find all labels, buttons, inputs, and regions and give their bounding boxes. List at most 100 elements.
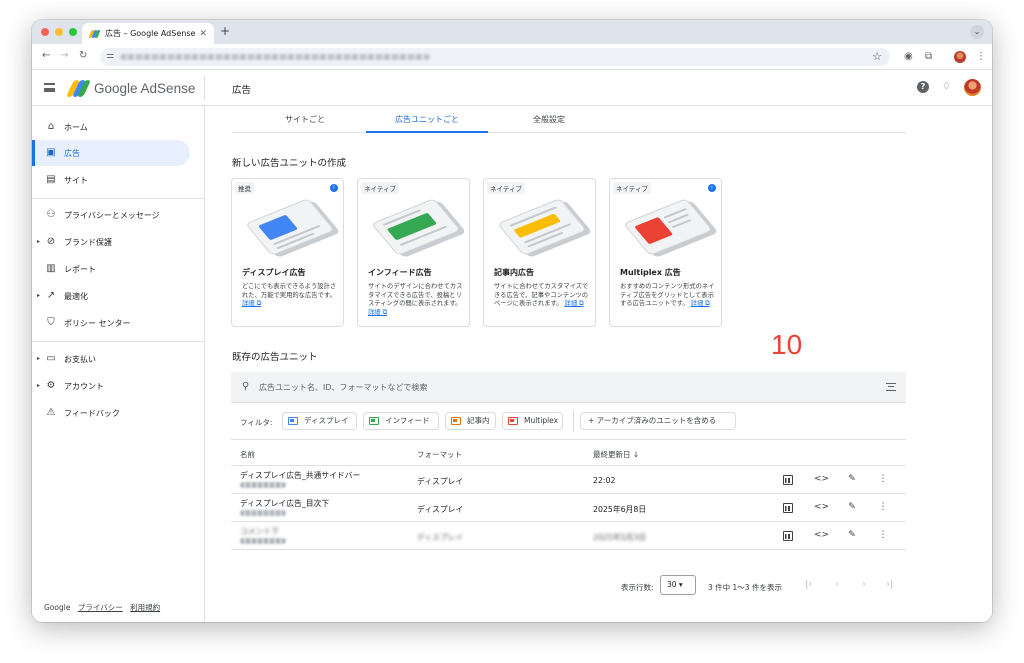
- help-icon[interactable]: ?: [917, 81, 929, 93]
- sidebar-item-label: アカウント: [64, 381, 104, 391]
- sidebar-item-feedback[interactable]: ⚠ フィードバック: [32, 400, 190, 426]
- column-format[interactable]: フォーマット: [417, 449, 462, 460]
- card-tag: ネイティブ: [487, 182, 525, 194]
- tab-by-site[interactable]: サイトごと: [232, 107, 378, 133]
- sidebar-item-privacy[interactable]: ⚇ プライバシーとメッセージ: [32, 202, 190, 228]
- details-link[interactable]: 詳細 ⧉: [368, 309, 387, 316]
- in-article-ad-card[interactable]: ネイティブ 記事内広告 サイトに合わせてカスタマイズできる広告で、記事やコンテン…: [483, 178, 596, 327]
- bookmark-star-icon[interactable]: ☆: [872, 50, 882, 63]
- rows-per-page-select[interactable]: 30 ▾: [660, 575, 696, 595]
- reload-icon[interactable]: ↻: [79, 50, 87, 61]
- sidebar-item-reports[interactable]: ▥ レポート: [32, 256, 190, 282]
- previous-page-icon[interactable]: ‹: [835, 579, 839, 590]
- edit-pencil-icon[interactable]: ✎: [846, 530, 858, 540]
- sidebar-divider: [32, 341, 204, 342]
- url-text-redacted: [120, 54, 430, 60]
- sidebar-item-label: ポリシー センター: [64, 318, 131, 328]
- ad-unit-id-redacted: [240, 482, 286, 488]
- code-icon[interactable]: <>: [814, 502, 829, 512]
- account-avatar[interactable]: [964, 79, 981, 96]
- terms-link[interactable]: 利用規約: [130, 603, 160, 612]
- card-tag: ネイティブ: [613, 182, 651, 194]
- filter-chip-display[interactable]: ディスプレイ: [282, 412, 357, 430]
- table-row[interactable]: コメント下 ディスプレイ 2025年5月3日 <> ✎ ⋮: [231, 522, 906, 550]
- edit-pencil-icon[interactable]: ✎: [846, 474, 858, 484]
- report-icon: ▥: [46, 263, 56, 274]
- puzzle-extensions-icon[interactable]: ⧉: [925, 51, 932, 62]
- browser-tab[interactable]: 広告 – Google AdSense ✕: [82, 23, 214, 44]
- ads-icon: ▣: [46, 147, 56, 158]
- details-link[interactable]: 詳細 ⧉: [565, 300, 584, 307]
- filter-list-icon[interactable]: [886, 383, 896, 391]
- address-bar[interactable]: ⚌ ☆: [100, 48, 890, 66]
- settings-icon: ⚙: [46, 380, 56, 391]
- chip-label: インフィード: [385, 416, 430, 425]
- edit-pencil-icon[interactable]: ✎: [846, 502, 858, 512]
- last-page-icon[interactable]: ›|: [886, 579, 893, 590]
- sidebar-item-payments[interactable]: ▸ ▭ お支払い: [32, 346, 190, 372]
- ad-unit-name[interactable]: ディスプレイ広告_目次下: [240, 498, 329, 509]
- sidebar-item-brand-safety[interactable]: ▸ ⊘ ブランド保護: [32, 229, 190, 255]
- sidebar-item-optimization[interactable]: ▸ ↗ 最適化: [32, 283, 190, 309]
- tab-search-button[interactable]: ⌄: [970, 25, 984, 39]
- more-options-icon[interactable]: ⋮: [877, 474, 889, 484]
- ad-unit-name[interactable]: コメント下: [240, 526, 279, 537]
- report-bar-chart-icon[interactable]: [783, 475, 793, 485]
- filter-chip-multiplex[interactable]: Multiplex: [502, 412, 563, 430]
- sidebar-item-policy-center[interactable]: ⛉ ポリシー センター: [32, 310, 190, 336]
- column-updated[interactable]: 最終更新日 ↓: [593, 449, 639, 460]
- trend-icon: ↗: [46, 290, 56, 301]
- more-options-icon[interactable]: ⋮: [877, 502, 889, 512]
- ad-unit-format: ディスプレイ: [417, 505, 464, 514]
- menu-icon[interactable]: [44, 83, 55, 92]
- close-window-button[interactable]: [41, 28, 49, 36]
- forward-icon[interactable]: →: [60, 50, 68, 61]
- code-icon[interactable]: <>: [814, 530, 829, 540]
- card-description: サイトのデザインに合わせてカスタマイズできる広告で、投稿とリスティングの間に表示…: [368, 283, 464, 317]
- search-bar[interactable]: ⚲ 広告ユニット名、ID、フォーマットなどで検索: [231, 372, 906, 403]
- include-archived-chip[interactable]: + アーカイブ済みのユニットを含める: [580, 412, 736, 430]
- sidebar-item-account[interactable]: ▸ ⚙ アカウント: [32, 373, 190, 399]
- tab-close-icon[interactable]: ✕: [199, 29, 207, 39]
- tab-general-settings[interactable]: 全般設定: [488, 107, 610, 133]
- tab-by-ad-unit[interactable]: 広告ユニットごと: [366, 107, 488, 133]
- notifications-bell-icon[interactable]: ♢: [942, 81, 951, 92]
- details-link[interactable]: 詳細 ⧉: [691, 300, 710, 307]
- browser-menu-icon[interactable]: ⋮: [976, 51, 986, 62]
- report-bar-chart-icon[interactable]: [783, 503, 793, 513]
- extension-icon[interactable]: ◉: [904, 51, 913, 62]
- display-ad-illustration: [244, 198, 336, 256]
- page-title: 広告: [232, 85, 252, 96]
- search-input[interactable]: 広告ユニット名、ID、フォーマットなどで検索: [259, 382, 427, 393]
- sidebar-item-sites[interactable]: ▤ サイト: [32, 167, 190, 193]
- new-tab-button[interactable]: +: [220, 24, 230, 38]
- filter-divider: [573, 410, 574, 432]
- filter-chip-in-feed[interactable]: インフィード: [363, 412, 439, 430]
- maximize-window-button[interactable]: [69, 28, 77, 36]
- in-feed-ad-card[interactable]: ネイティブ インフィード広告 サイトのデザインに合わせてカスタマイズできる広告で…: [357, 178, 470, 327]
- card-desc-text: サイトのデザインに合わせてカスタマイズできる広告で、投稿とリスティングの間に表示…: [368, 283, 463, 308]
- browser-profile-avatar[interactable]: [954, 51, 966, 63]
- table-row[interactable]: ディスプレイ広告_共通サイドバー ディスプレイ 22:02 <> ✎ ⋮: [231, 466, 906, 494]
- first-page-icon[interactable]: |‹: [805, 579, 812, 590]
- column-name[interactable]: 名前: [240, 449, 255, 460]
- more-options-icon[interactable]: ⋮: [877, 530, 889, 540]
- details-link[interactable]: 詳細 ⧉: [242, 300, 261, 307]
- privacy-link[interactable]: プライバシー: [78, 603, 123, 612]
- pagination-range: 3 件中 1〜3 件を表示: [708, 583, 782, 592]
- adsense-logo-icon: [66, 79, 91, 97]
- ad-unit-name[interactable]: ディスプレイ広告_共通サイドバー: [240, 470, 360, 481]
- filter-chip-in-article[interactable]: 記事内: [445, 412, 496, 430]
- multiplex-ad-card[interactable]: ネイティブ i Multiplex 広告 おすすめのコンテンツ形式のネイティブ広…: [609, 178, 722, 327]
- back-icon[interactable]: ←: [42, 50, 50, 61]
- sidebar-item-ads[interactable]: ▣ 広告: [32, 140, 190, 166]
- next-page-icon[interactable]: ›: [862, 579, 866, 590]
- card-description: サイトに合わせてカスタマイズできる広告で、記事やコンテンツのページに表示されます…: [494, 283, 590, 309]
- table-row[interactable]: ディスプレイ広告_目次下 ディスプレイ 2025年6月8日 <> ✎ ⋮: [231, 494, 906, 522]
- report-bar-chart-icon[interactable]: [783, 531, 793, 541]
- site-info-icon[interactable]: ⚌: [106, 51, 114, 61]
- display-ad-card[interactable]: 推奨 i ディスプレイ広告 どこにでも表示できるよう設計された、万能で実用的な広…: [231, 178, 344, 327]
- code-icon[interactable]: <>: [814, 474, 829, 484]
- sidebar-item-home[interactable]: ⌂ ホーム: [32, 114, 190, 140]
- minimize-window-button[interactable]: [55, 28, 63, 36]
